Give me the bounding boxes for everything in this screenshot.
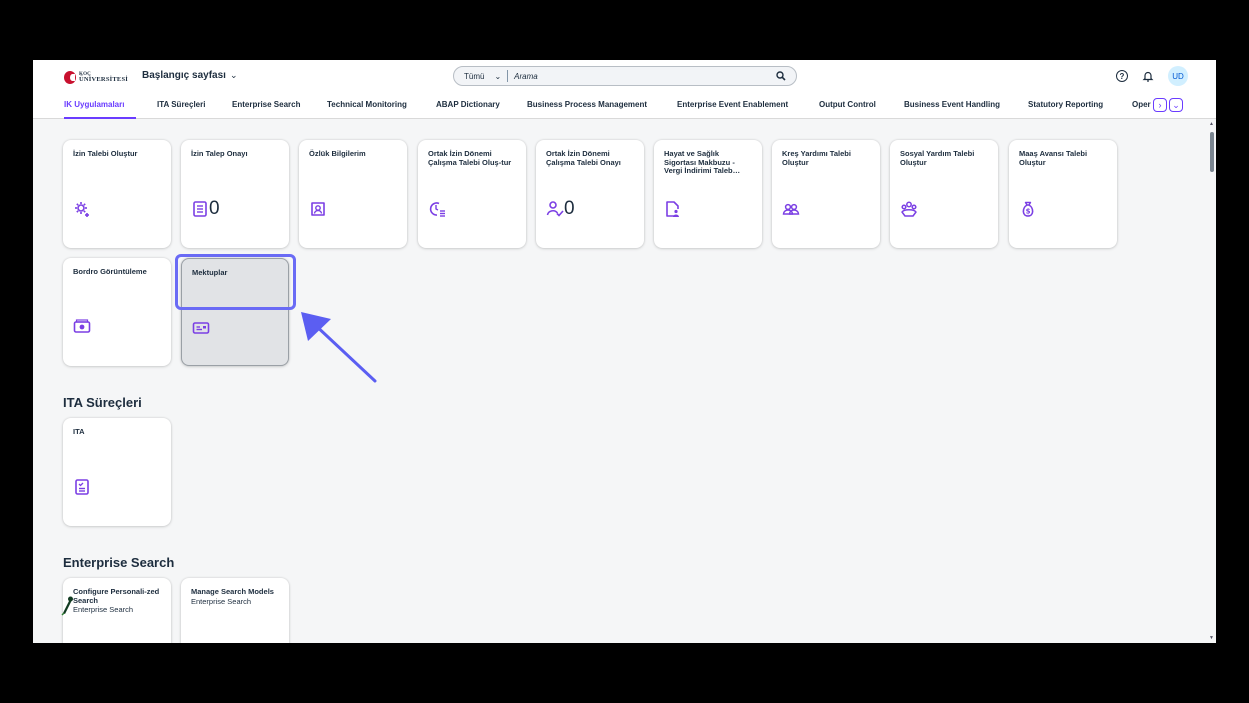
logo-mark-icon bbox=[64, 70, 76, 84]
tile-ortak-izin-calisma-talebi-olustur[interactable]: Ortak İzin Dönemi Çalışma Talebi Oluş-tu… bbox=[418, 140, 526, 248]
scroll-down-icon[interactable]: ▼ bbox=[1209, 635, 1214, 641]
clock-list-icon bbox=[429, 202, 445, 217]
section-title-enterprise-search: Enterprise Search bbox=[63, 555, 175, 570]
avatar[interactable]: UD bbox=[1168, 66, 1188, 86]
person-card-icon bbox=[311, 202, 325, 216]
chevron-down-icon: ⌄ bbox=[229, 70, 238, 80]
tile-title: ITA bbox=[73, 427, 85, 436]
tile-ita[interactable]: ITA bbox=[63, 418, 171, 526]
tile-title: İzin Talep Onayı bbox=[191, 149, 248, 158]
tile-title: Maaş Avansı Talebi Oluştur bbox=[1019, 149, 1088, 167]
section-title-ita: ITA Süreçleri bbox=[63, 395, 142, 410]
tile-count: 0 bbox=[564, 198, 575, 219]
tab-abap-dictionary[interactable]: ABAP Dictionary bbox=[436, 100, 500, 109]
group-icon bbox=[782, 203, 800, 215]
search-field[interactable]: Tümü ⌄ Arama bbox=[453, 66, 797, 86]
cog-plus-icon bbox=[75, 202, 89, 217]
search-input[interactable]: Arama bbox=[508, 72, 776, 81]
launchpad-window: KOÇ ÜNİVERSİTESİ Başlangıç sayfası ⌄ Tüm… bbox=[33, 60, 1216, 643]
tab-ik-uygulamalari[interactable]: IK Uygulamaları bbox=[64, 100, 124, 109]
home-title-menu[interactable]: Başlangıç sayfası ⌄ bbox=[142, 70, 237, 81]
tile-hayat-saglik-sigortasi[interactable]: Hayat ve Sağlık Sigortası Makbuzu - Verg… bbox=[654, 140, 762, 248]
checklist-icon bbox=[75, 479, 89, 495]
tile-title: Sosyal Yardım Talebi Oluştur bbox=[900, 149, 975, 167]
shell-bar: KOÇ ÜNİVERSİTESİ Başlangıç sayfası ⌄ Tüm… bbox=[33, 60, 1216, 92]
tile-ortak-izin-calisma-talebi-onayi[interactable]: Ortak İzin Dönemi Çalışma Talebi Onayı 0 bbox=[536, 140, 644, 248]
letter-card-icon bbox=[192, 322, 210, 334]
tile-title: Özlük Bilgilerim bbox=[309, 149, 366, 158]
tab-bar: IK Uygulamaları ITA Süreçleri Enterprise… bbox=[33, 92, 1216, 119]
tile-ozluk-bilgilerim[interactable]: Özlük Bilgilerim bbox=[299, 140, 407, 248]
vertical-scrollbar[interactable]: ▲ ▼ bbox=[1208, 119, 1216, 643]
pen-tool-icon[interactable] bbox=[61, 595, 73, 617]
tab-oper[interactable]: Oper bbox=[1132, 100, 1151, 109]
tab-business-process-management[interactable]: Business Process Management bbox=[527, 100, 647, 109]
search-icon[interactable] bbox=[776, 71, 786, 81]
payslip-icon bbox=[73, 319, 91, 333]
tile-title: Hayat ve Sağlık Sigortası Makbuzu - Verg… bbox=[664, 149, 741, 175]
tile-izin-talebi-olustur[interactable]: İzin Talebi Oluştur bbox=[63, 140, 171, 248]
scroll-up-icon[interactable]: ▲ bbox=[1209, 121, 1214, 127]
university-logo[interactable]: KOÇ ÜNİVERSİTESİ bbox=[64, 69, 128, 85]
tile-title: Ortak İzin Dönemi Çalışma Talebi Oluş-tu… bbox=[428, 149, 512, 167]
help-icon[interactable]: ? bbox=[1116, 70, 1128, 82]
task-list-icon bbox=[193, 201, 207, 217]
page-content: İzin Talebi Oluştur İzin Talep Onayı 0 Ö… bbox=[33, 119, 1208, 643]
person-check-icon bbox=[546, 201, 564, 217]
tile-configure-personalized-search[interactable]: Configure Personali-zed Search Enterpris… bbox=[63, 578, 171, 643]
search-scope-select[interactable]: Tümü ⌄ bbox=[454, 70, 509, 82]
tab-output-control[interactable]: Output Control bbox=[819, 100, 876, 109]
tile-maas-avansi-talebi[interactable]: Maaş Avansı Talebi Oluştur $ bbox=[1009, 140, 1117, 248]
bell-icon[interactable] bbox=[1142, 70, 1154, 82]
tab-enterprise-event-enablement[interactable]: Enterprise Event Enablement bbox=[677, 100, 788, 109]
tile-subtitle: Enterprise Search bbox=[73, 605, 134, 614]
tile-title: Bordro Görüntüleme bbox=[73, 267, 147, 276]
chevron-down-icon: ⌄ bbox=[494, 71, 502, 81]
tab-technical-monitoring[interactable]: Technical Monitoring bbox=[327, 100, 407, 109]
tab-statutory-reporting[interactable]: Statutory Reporting bbox=[1028, 100, 1103, 109]
tile-title: Manage Search Models bbox=[191, 587, 274, 596]
money-bag-icon: $ bbox=[1022, 201, 1034, 217]
tab-ita-surecleri[interactable]: ITA Süreçleri bbox=[157, 100, 205, 109]
tab-enterprise-search[interactable]: Enterprise Search bbox=[232, 100, 300, 109]
search-scope-value: Tümü bbox=[464, 71, 485, 81]
pointer-arrow-icon bbox=[301, 312, 377, 383]
tile-kres-yardimi-talebi[interactable]: Kreş Yardımı Talebi Oluştur bbox=[772, 140, 880, 248]
tab-overflow-menu-button[interactable]: ⌄ bbox=[1169, 98, 1183, 112]
tile-manage-search-models[interactable]: Manage Search Models Enterprise Search bbox=[181, 578, 289, 643]
tile-title: Kreş Yardımı Talebi Oluştur bbox=[782, 149, 851, 167]
scrollbar-thumb[interactable] bbox=[1210, 132, 1214, 172]
tile-title: Configure Personali-zed Search bbox=[73, 587, 160, 605]
highlight-box bbox=[175, 254, 296, 310]
family-icon bbox=[901, 201, 917, 217]
tile-izin-talep-onayi[interactable]: İzin Talep Onayı 0 bbox=[181, 140, 289, 248]
tile-count: 0 bbox=[209, 198, 220, 219]
tile-title: Ortak İzin Dönemi Çalışma Talebi Onayı bbox=[546, 149, 621, 167]
tab-scroll-right-button[interactable]: › bbox=[1153, 98, 1167, 112]
home-title: Başlangıç sayfası bbox=[142, 70, 226, 81]
tile-title: İzin Talebi Oluştur bbox=[73, 149, 138, 158]
tile-bordro-goruntuleme[interactable]: Bordro Görüntüleme bbox=[63, 258, 171, 366]
svg-text:$: $ bbox=[1026, 208, 1031, 216]
logo-line2: ÜNİVERSİTESİ bbox=[78, 76, 128, 83]
tile-subtitle: Enterprise Search bbox=[191, 596, 252, 606]
tile-sosyal-yardim-talebi[interactable]: Sosyal Yardım Talebi Oluştur bbox=[890, 140, 998, 248]
document-people-icon bbox=[666, 201, 679, 217]
tab-business-event-handling[interactable]: Business Event Handling bbox=[904, 100, 1000, 109]
